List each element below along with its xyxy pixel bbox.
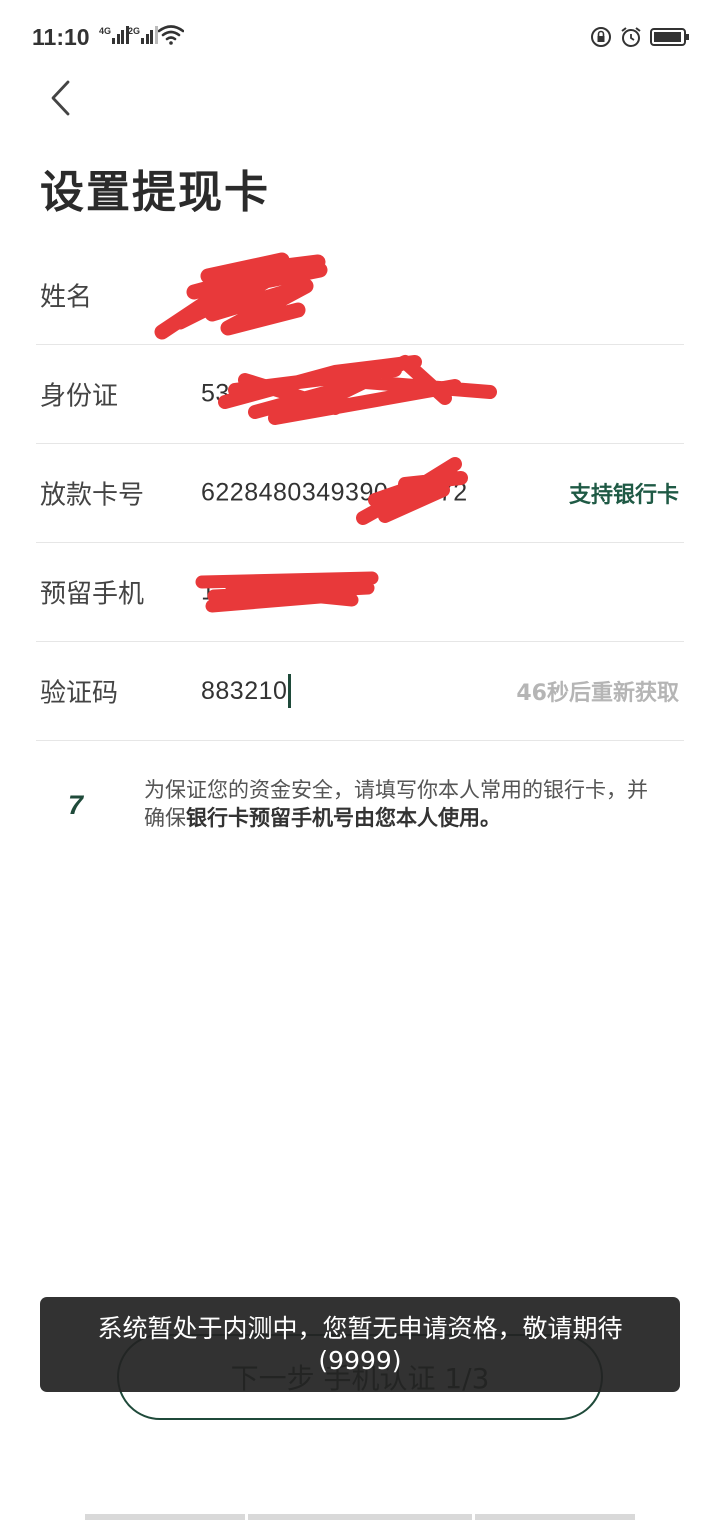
status-time: 11:10 [32, 24, 90, 50]
status-bar: 11:10 4G 2G [0, 0, 720, 72]
chevron-left-icon [51, 80, 70, 116]
back-button[interactable] [40, 76, 80, 120]
id-card-row: 身份证 53 [36, 345, 684, 444]
signal-4g-tag: 4G [99, 26, 112, 36]
tip-text: 为保证您的资金安全，请填写你本人常用的银行卡，并确保银行卡预留手机号由您本人使用… [144, 776, 664, 832]
name-row: 姓名 [36, 246, 684, 345]
signal-2g-icon: 2G [128, 26, 159, 44]
phone-row: 预留手机 1 [36, 543, 684, 642]
signal-2g-tag: 2G [128, 26, 141, 36]
card-number-row: 放款卡号 6228480349390 93472 支持银行卡 [36, 444, 684, 543]
tip-icon: 7 [68, 790, 84, 820]
phone-label: 预留手机 [40, 579, 145, 610]
code-label: 验证码 [40, 678, 119, 709]
signal-4g-icon: 4G [99, 26, 130, 44]
name-label: 姓名 [40, 282, 93, 313]
code-row: 验证码 883210 46秒后重新获取 [36, 642, 684, 741]
status-icons-right [590, 26, 690, 48]
nav-gesture-bar-left [85, 1514, 245, 1520]
battery-icon [650, 28, 689, 46]
id-card-input[interactable]: 53 [201, 380, 230, 409]
resend-countdown: 46秒后重新获取 [516, 681, 679, 706]
id-card-label: 身份证 [40, 381, 119, 412]
page-title: 设置提现卡 [40, 167, 270, 218]
wifi-icon [158, 25, 184, 45]
code-value: 883210 [201, 676, 288, 705]
nav-gesture-bar-center [248, 1514, 472, 1520]
toast-message: 系统暂处于内测中，您暂无申请资格，敬请期待(9999) [40, 1297, 680, 1392]
code-input[interactable]: 883210 [201, 674, 292, 708]
nav-gesture-bar-right [475, 1514, 635, 1520]
rotation-lock-icon [591, 27, 611, 47]
phone-input[interactable]: 1 [201, 578, 215, 607]
tip-text-bold: 银行卡预留手机号由您本人使用。 [186, 806, 501, 830]
card-form: 姓名 身份证 53 放款卡号 6228480349390 93472 支持银行卡… [36, 246, 684, 741]
card-number-label: 放款卡号 [40, 480, 145, 511]
card-number-input[interactable]: 6228480349390 93472 [201, 479, 468, 508]
text-caret [288, 674, 292, 708]
supported-banks-link[interactable]: 支持银行卡 [569, 477, 679, 509]
alarm-icon [621, 27, 641, 47]
